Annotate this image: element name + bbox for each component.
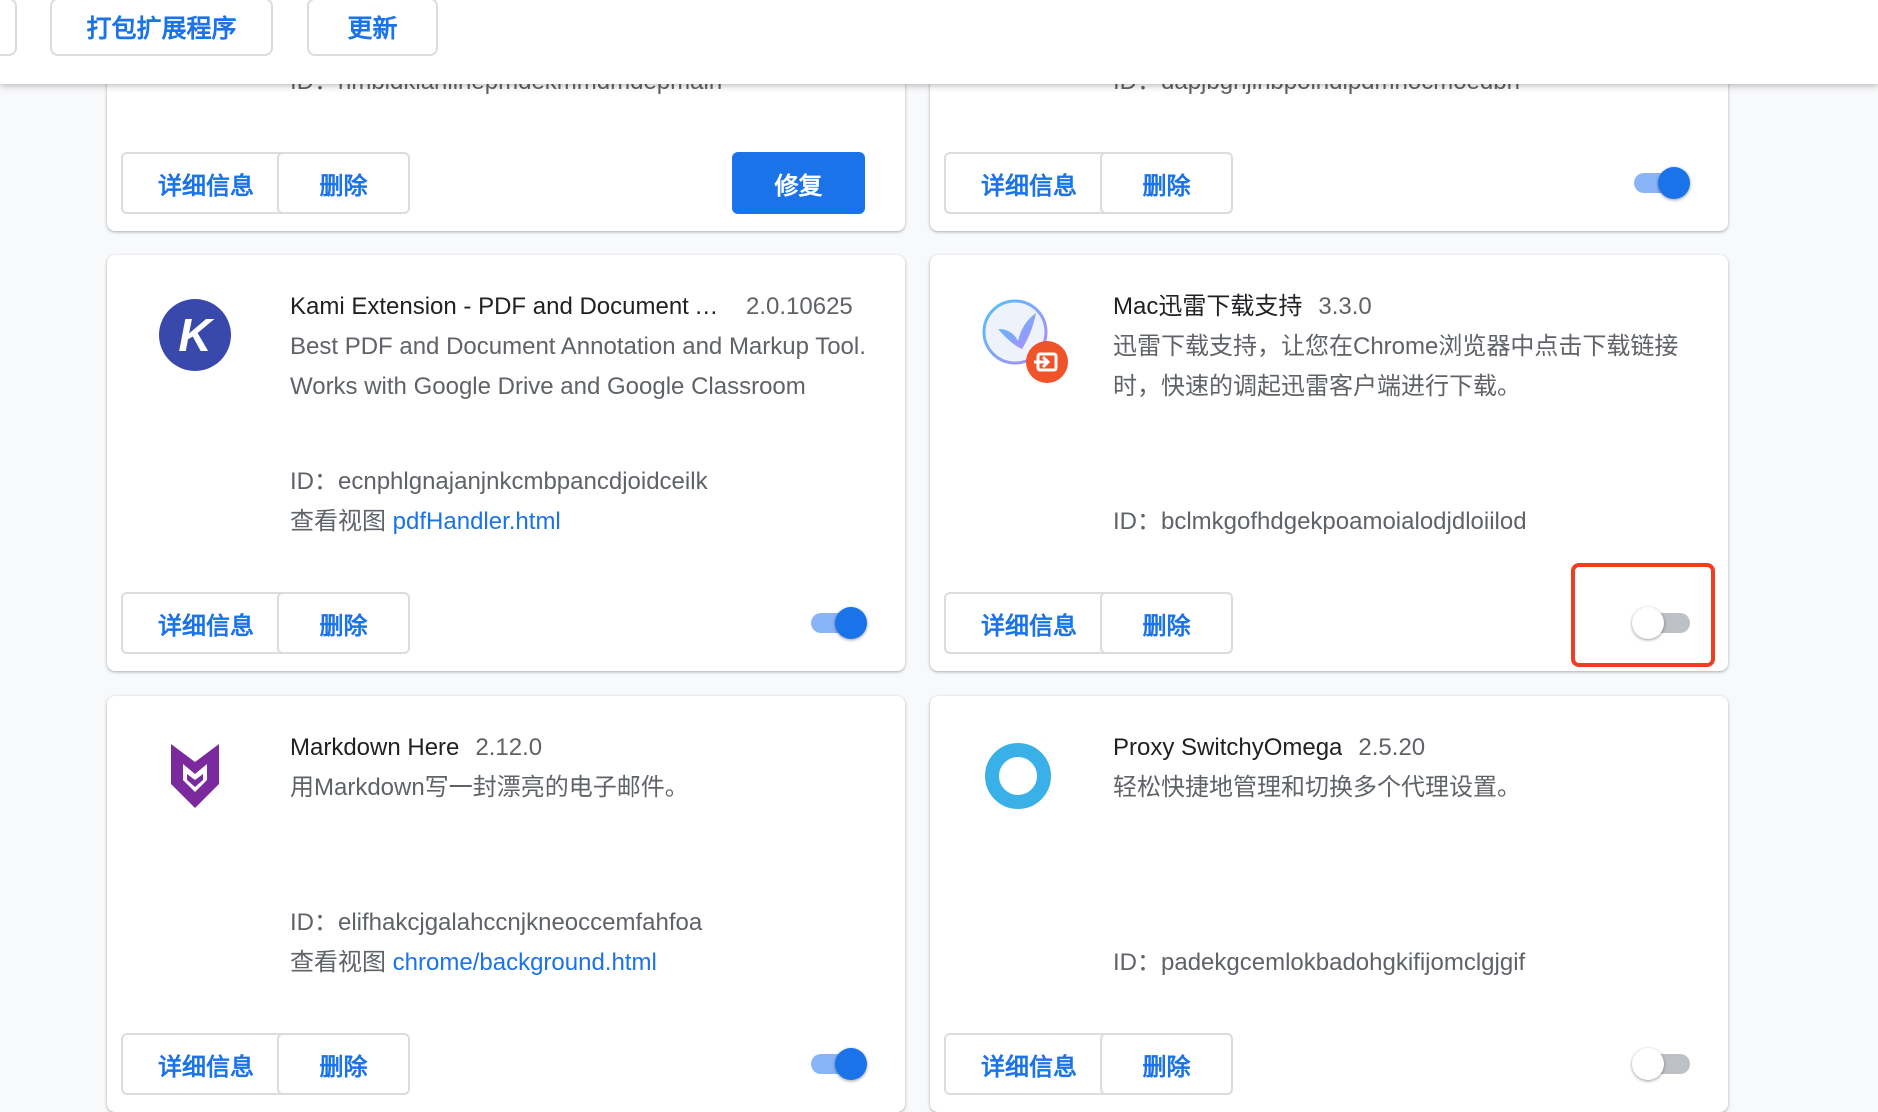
extension-version: 2.12.0: [475, 734, 543, 761]
extension-name: Proxy SwitchyOmega: [1113, 734, 1343, 761]
extension-name: Markdown Here: [290, 734, 460, 761]
extension-name: Mac迅雷下载支持: [1113, 293, 1303, 320]
details-button[interactable]: 详细信息: [944, 1033, 1114, 1095]
svg-text:K: K: [178, 309, 214, 361]
extension-id: ID：ecnphlgnajanjnkcmbpancdjoidceilk: [290, 468, 708, 495]
load-unpacked-button[interactable]: [0, 0, 17, 56]
enable-toggle[interactable]: [811, 607, 867, 639]
markdown-here-logo-icon: [171, 744, 219, 808]
extension-version: 2.5.20: [1358, 734, 1426, 761]
extension-version: 3.3.0: [1318, 293, 1372, 320]
kami-logo-icon: K: [159, 299, 231, 371]
details-button[interactable]: 详细信息: [121, 592, 291, 654]
xunlei-bird-icon: [982, 299, 1068, 383]
extension-description: 轻松快捷地管理和切换多个代理设置。: [1113, 774, 1521, 801]
extension-card-markdown-here: Markdown Here 2.12.0 用Markdown写一封漂亮的电子邮件。…: [107, 696, 905, 1112]
remove-button[interactable]: 删除: [1100, 1033, 1233, 1095]
repair-button[interactable]: 修复: [732, 152, 865, 214]
enable-toggle[interactable]: [811, 1048, 867, 1080]
enable-toggle[interactable]: [1634, 167, 1690, 199]
update-button[interactable]: 更新: [307, 0, 438, 56]
remove-button[interactable]: 删除: [277, 152, 410, 214]
highlight-box: [1571, 563, 1715, 667]
toolbar: 打包扩展程序 更新: [0, 0, 1878, 84]
pack-extension-button[interactable]: 打包扩展程序: [50, 0, 273, 56]
extension-id: ID：bclmkgofhdgekpoamoialodjdloiilod: [1113, 508, 1527, 535]
inspect-view-link[interactable]: pdfHandler.html: [393, 508, 561, 535]
remove-button[interactable]: 删除: [277, 1033, 410, 1095]
extension-card-switchyomega: Proxy SwitchyOmega 2.5.20 轻松快捷地管理和切换多个代理设…: [930, 696, 1728, 1112]
extension-id: ID：padekgcemlokbadohgkifijomclgjgif: [1113, 949, 1526, 976]
extension-card-kami: K Kami Extension - PDF and Document Anno…: [107, 255, 905, 671]
switchyomega-ring-icon: [985, 743, 1051, 809]
extension-description: 迅雷下载支持，让您在Chrome浏览器中点击下载链接时，快速的调起迅雷客户端进行…: [1113, 333, 1679, 400]
extension-name: Kami Extension - PDF and Document Annota…: [290, 293, 730, 320]
extension-description: 用Markdown写一封漂亮的电子邮件。: [290, 774, 689, 801]
inspect-views-label: 查看视图: [290, 508, 386, 535]
details-button[interactable]: 详细信息: [944, 152, 1114, 214]
remove-button[interactable]: 删除: [1100, 592, 1233, 654]
details-button[interactable]: 详细信息: [944, 592, 1114, 654]
details-button[interactable]: 详细信息: [121, 1033, 291, 1095]
remove-button[interactable]: 删除: [1100, 152, 1233, 214]
remove-button[interactable]: 删除: [277, 592, 410, 654]
extension-description: Best PDF and Document Annotation and Mar…: [290, 333, 866, 400]
inspect-views-label: 查看视图: [290, 949, 386, 976]
enable-toggle[interactable]: [1632, 1048, 1690, 1080]
extension-version: 2.0.10625: [746, 293, 853, 320]
details-button[interactable]: 详细信息: [121, 152, 291, 214]
inspect-view-link[interactable]: chrome/background.html: [393, 949, 657, 976]
extension-id: ID：elifhakcjgalahccnjkneoccemfahfoa: [290, 909, 703, 936]
